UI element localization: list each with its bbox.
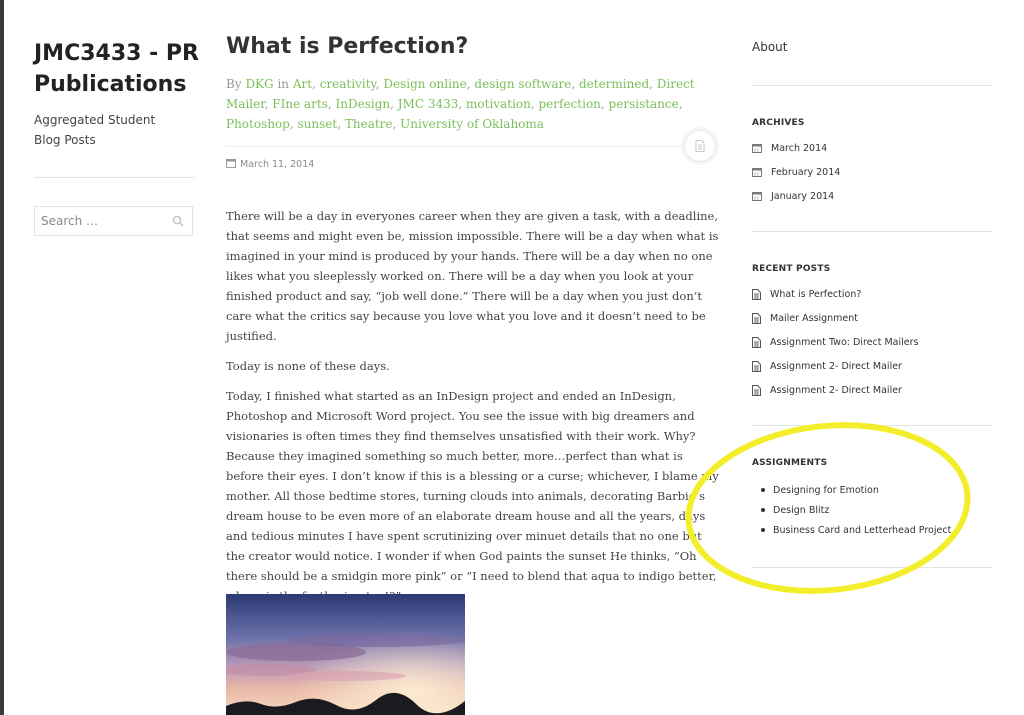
search-icon[interactable] [172,215,184,227]
sunset-photo[interactable] [226,594,465,715]
widget-title-archives: ARCHIVES [752,118,805,128]
divider [752,231,992,232]
category-link[interactable]: Design online [383,77,466,91]
recent-post-label: Assignment 2- Direct Mailer [770,384,902,396]
category-link[interactable]: Photoshop [226,117,290,131]
recent-posts-list: What is Perfection? Mailer Assignment As… [752,282,992,402]
assignment-item[interactable]: Design Blitz [752,500,992,520]
calendar-icon [752,192,762,201]
site-title[interactable]: JMC3433 - PR Publications [34,38,204,100]
document-icon [752,288,761,300]
archive-item[interactable]: March 2014 [752,136,992,160]
recent-post-label: Assignment 2- Direct Mailer [770,360,902,372]
search-input[interactable] [35,207,171,235]
category-link[interactable]: design software [474,77,571,91]
recent-post-item[interactable]: What is Perfection? [752,282,992,306]
archive-label: February 2014 [771,166,841,178]
assignments-list: Designing for Emotion Design Blitz Busin… [752,480,992,540]
archive-label: January 2014 [771,190,835,202]
post-title[interactable]: What is Perfection? [226,34,468,59]
recent-post-item[interactable]: Mailer Assignment [752,306,992,330]
archive-label: March 2014 [771,142,828,154]
page-edge [0,0,4,715]
category-link[interactable]: Art [293,77,312,91]
post-date-text: March 11, 2014 [240,159,315,170]
post-date[interactable]: March 11, 2014 [226,158,314,170]
divider [752,425,992,426]
paragraph: There will be a day in everyones career … [226,209,719,343]
nav-about-link[interactable]: About [752,40,992,54]
recent-post-label: Assignment Two: Direct Mailers [770,336,919,348]
divider [752,567,992,568]
bullet-icon [761,488,765,492]
assignment-label: Business Card and Letterhead Project [773,524,952,536]
category-link[interactable]: Theatre [345,117,393,131]
bullet-icon [761,528,765,532]
category-link[interactable]: JMC 3433 [398,97,459,111]
site-description: Aggregated Student Blog Posts [34,113,156,147]
post-format-badge [684,130,716,162]
assignment-label: Design Blitz [773,504,830,516]
archive-item[interactable]: February 2014 [752,160,992,184]
category-link[interactable]: creativity [320,77,376,91]
assignment-label: Designing for Emotion [773,484,879,496]
calendar-icon [752,144,762,153]
document-icon [752,384,761,396]
recent-post-item[interactable]: Assignment 2- Direct Mailer [752,378,992,402]
paragraph: Today, I finished what started as an InD… [226,389,719,603]
category-link[interactable]: sunset [298,117,338,131]
category-link[interactable]: persistance [609,97,679,111]
document-icon [752,336,761,348]
author-link[interactable]: DKG [245,77,273,91]
document-icon [695,140,705,152]
divider [34,177,195,178]
post-meta: By DKG in Art, creativity, Design online… [226,74,716,134]
category-link[interactable]: InDesign [336,97,391,111]
in-label: in [277,77,290,91]
category-link[interactable]: motivation [466,97,531,111]
recent-post-label: What is Perfection? [770,288,862,300]
document-icon [752,360,761,372]
category-link[interactable]: perfection [539,97,601,111]
divider [226,146,681,147]
assignment-item[interactable]: Designing for Emotion [752,480,992,500]
recent-post-label: Mailer Assignment [770,312,859,324]
category-link[interactable]: determined [579,77,649,91]
assignment-item[interactable]: Business Card and Letterhead Project [752,520,992,540]
document-icon [752,312,761,324]
divider [752,85,992,86]
category-list: Art, creativity, Design online, design s… [226,77,695,131]
archives-list: March 2014 February 2014 January 2014 [752,136,992,208]
post-content: There will be a day in everyones career … [226,206,720,616]
widget-title-recent-posts: RECENT POSTS [752,264,831,274]
paragraph: Today is none of these days. [226,359,390,373]
calendar-icon [226,159,236,168]
by-label: By [226,77,242,91]
archive-item[interactable]: January 2014 [752,184,992,208]
bullet-icon [761,508,765,512]
search-form [34,206,193,236]
calendar-icon [752,168,762,177]
recent-post-item[interactable]: Assignment 2- Direct Mailer [752,354,992,378]
category-link[interactable]: University of Oklahoma [400,117,544,131]
category-link[interactable]: FIne arts [272,97,328,111]
recent-post-item[interactable]: Assignment Two: Direct Mailers [752,330,992,354]
widget-title-assignments: ASSIGNMENTS [752,458,828,468]
